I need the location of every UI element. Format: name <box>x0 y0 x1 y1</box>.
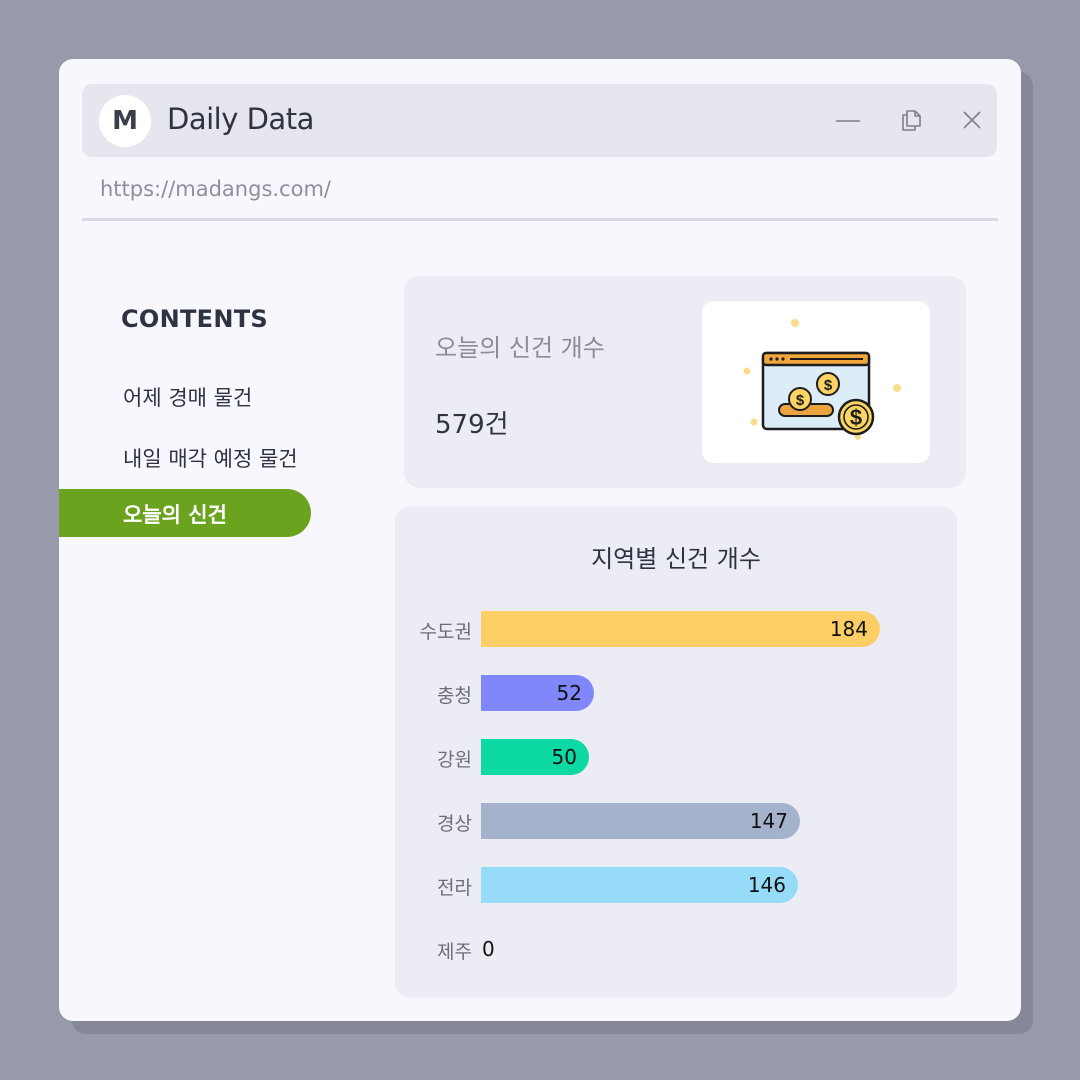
svg-text:$: $ <box>824 377 833 394</box>
bar-row: 경상 147 <box>395 803 957 839</box>
bar-value-label: 50 <box>551 745 577 769</box>
minimize-icon <box>836 120 860 122</box>
app-window: M Daily Data https://madangs.com/ CONTEN… <box>59 59 1021 1021</box>
bar-value-label: 146 <box>747 873 786 897</box>
bar <box>481 611 880 647</box>
summary-label: 오늘의 신건 개수 <box>435 334 605 362</box>
bar-category-label: 전라 <box>437 877 472 899</box>
svg-text:$: $ <box>850 405 862 430</box>
sidebar-item-label: 오늘의 신건 <box>123 503 227 527</box>
close-icon <box>963 111 981 129</box>
summary-value: 579건 <box>435 410 509 440</box>
bar-row: 제주 0 <box>395 931 957 967</box>
bar-category-label: 수도권 <box>419 621 472 643</box>
bar-category-label: 충청 <box>437 685 472 707</box>
avatar: M <box>99 95 151 147</box>
restore-button[interactable] <box>893 102 929 138</box>
summary-card: 오늘의 신건 개수 579건 $ $ $ <box>404 276 966 488</box>
bar-value-label: 147 <box>749 809 788 833</box>
bar-value-label: 184 <box>829 617 868 641</box>
sidebar-item-yesterday-auction[interactable]: 어제 경매 물건 <box>123 382 252 412</box>
bar-category-label: 강원 <box>437 749 472 771</box>
app-title: Daily Data <box>167 102 314 136</box>
bar-value-label: 52 <box>556 681 582 705</box>
title-bar: M Daily Data <box>82 84 997 157</box>
region-chart-card: 지역별 신건 개수 수도권 184 충청 52 강원 50 경상 147 전라 146 제주 0 <box>395 506 957 998</box>
bar-category-label: 경상 <box>437 813 472 835</box>
bar-row: 강원 50 <box>395 739 957 775</box>
sidebar-item-today-new[interactable]: 오늘의 신건 <box>59 489 311 537</box>
address-url[interactable]: https://madangs.com/ <box>100 177 331 201</box>
money-browser-icon: $ $ $ <box>743 319 901 440</box>
bar-row: 충청 52 <box>395 675 957 711</box>
copy-window-icon <box>902 110 921 131</box>
bar-row: 수도권 184 <box>395 611 957 647</box>
svg-text:$: $ <box>796 392 805 409</box>
minimize-button[interactable] <box>830 102 866 138</box>
illustration-box: $ $ $ <box>702 301 930 463</box>
bar-category-label: 제주 <box>437 941 472 963</box>
bar-value-label: 0 <box>482 937 495 961</box>
close-button[interactable] <box>954 102 990 138</box>
bar-row: 전라 146 <box>395 867 957 903</box>
address-divider <box>82 218 998 221</box>
sidebar-item-tomorrow-sale[interactable]: 내일 매각 예정 물건 <box>123 443 298 473</box>
sidebar-title: CONTENTS <box>121 305 269 333</box>
chart-title: 지역별 신건 개수 <box>591 545 761 573</box>
